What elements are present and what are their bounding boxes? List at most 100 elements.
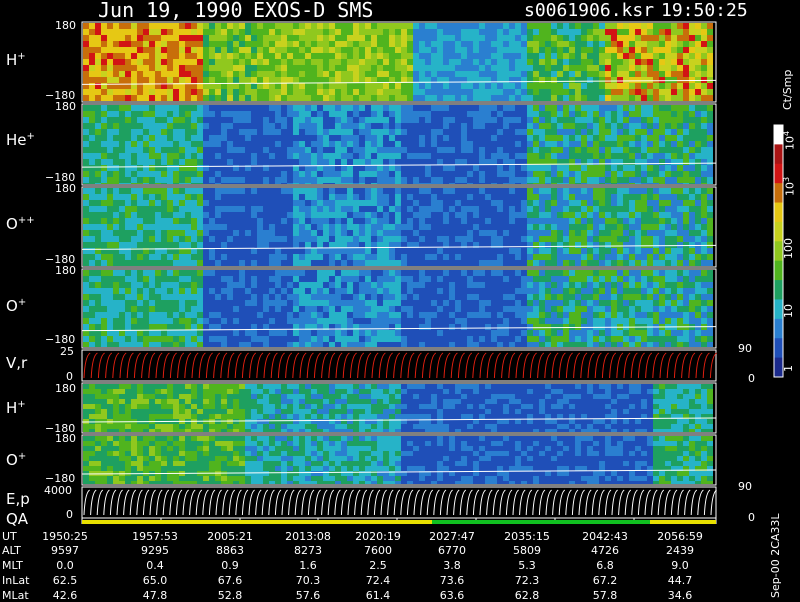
spectrogram-cell: [281, 89, 287, 95]
spectrogram-cell: [677, 200, 683, 206]
spectrogram-cell: [653, 35, 659, 41]
spectrogram-cell: [527, 135, 533, 141]
spectrogram-cell: [461, 47, 467, 53]
spectrogram-cell: [551, 165, 557, 171]
spectrogram-cell: [455, 135, 461, 141]
spectrogram-cell: [617, 236, 623, 242]
spectrogram-cell: [257, 330, 263, 336]
spectrogram-cell: [653, 159, 659, 165]
spectrogram-cell: [701, 95, 707, 101]
spectrogram-cell: [239, 89, 245, 95]
spectrogram-cell: [215, 53, 221, 59]
spectrogram-cell: [401, 147, 407, 153]
spectrogram-cell: [575, 248, 581, 254]
spectrogram-cell: [95, 47, 101, 53]
spectrogram-cell: [617, 212, 623, 218]
spectrogram-cell: [665, 35, 671, 41]
spectrogram-cell: [395, 159, 401, 165]
spectrogram-cell: [119, 276, 125, 282]
spectrogram-cell: [173, 29, 179, 35]
spectrogram-cell: [137, 153, 143, 159]
spectrogram-cell: [431, 111, 437, 117]
spectrogram-cell: [287, 47, 293, 53]
spectrogram-cell: [251, 312, 257, 318]
spectrogram-cell: [431, 336, 437, 342]
spectrogram-cell: [263, 159, 269, 165]
spectrogram-cell: [257, 29, 263, 35]
spectrogram-cell: [665, 59, 671, 65]
spectrogram-cell: [251, 242, 257, 248]
spectrogram-cell: [167, 342, 173, 347]
spectrogram-cell: [329, 194, 335, 200]
spectrogram-cell: [527, 212, 533, 218]
spectrogram-cell: [503, 129, 509, 135]
spectrogram-cell: [509, 147, 515, 153]
spectrogram-cell: [443, 194, 449, 200]
spectrogram-cell: [395, 254, 401, 260]
spectrogram-cell: [305, 65, 311, 71]
spectrogram-cell: [671, 254, 677, 260]
spectrogram-cell: [653, 218, 659, 224]
spectrogram-cell: [173, 236, 179, 242]
spectrogram-cell: [257, 89, 263, 95]
spectrogram-cell: [335, 41, 341, 47]
spectrogram-cell: [215, 47, 221, 53]
spectrogram-cell: [551, 89, 557, 95]
spectrogram-cell: [473, 111, 479, 117]
spectrogram-cell: [137, 194, 143, 200]
spectrogram-cell: [635, 77, 641, 83]
spectrogram-cell: [227, 177, 233, 183]
spectrogram-cell: [197, 65, 203, 71]
spectrogram-cell: [389, 306, 395, 312]
spectrogram-cell: [377, 53, 383, 59]
spectrogram-cell: [119, 336, 125, 342]
spectrogram-cell: [347, 41, 353, 47]
spectrogram-cell: [239, 218, 245, 224]
spectrogram-cell: [401, 276, 407, 282]
spectrogram-cell: [353, 47, 359, 53]
spectrogram-cell: [389, 111, 395, 117]
spectrogram-cell: [245, 71, 251, 77]
spectrogram-cell: [281, 230, 287, 236]
spectrogram-cell: [551, 135, 557, 141]
spectrogram-cell: [185, 218, 191, 224]
spectrogram-cell: [263, 135, 269, 141]
spectrogram-cell: [239, 336, 245, 342]
spectrogram-cell: [341, 53, 347, 59]
spectrogram-cell: [95, 336, 101, 342]
spectrogram-cell: [629, 171, 635, 177]
spectrogram-cell: [299, 135, 305, 141]
spectrogram-cell: [575, 230, 581, 236]
spectrogram-cell: [185, 282, 191, 288]
spectrogram-cell: [359, 177, 365, 183]
spectrogram-cell: [377, 318, 383, 324]
spectrogram-cell: [407, 71, 413, 77]
spectrogram-cell: [545, 260, 551, 266]
spectrogram-cell: [119, 89, 125, 95]
spectrogram-cell: [611, 260, 617, 266]
spectrogram-cell: [419, 218, 425, 224]
spectrogram-cell: [239, 111, 245, 117]
spectrogram-cell: [311, 29, 317, 35]
spectrogram-cell: [179, 65, 185, 71]
spectrogram-cell: [431, 105, 437, 111]
spectrogram-cell: [125, 294, 131, 300]
spectrogram-cell: [143, 111, 149, 117]
spectrogram-cell: [233, 159, 239, 165]
spectrogram-cell: [299, 47, 305, 53]
spectrogram-cell: [617, 147, 623, 153]
spectrogram-cell: [149, 242, 155, 248]
spectrogram-cell: [143, 300, 149, 306]
spectrogram-cell: [569, 212, 575, 218]
spectrogram-cell: [587, 105, 593, 111]
spectrogram-cell: [197, 95, 203, 101]
spectrogram-cell: [557, 153, 563, 159]
spectrogram-cell: [287, 77, 293, 83]
spectrogram-cell: [263, 123, 269, 129]
spectrogram-cell: [143, 159, 149, 165]
spectrogram-cell: [305, 230, 311, 236]
spectrogram-cell: [137, 123, 143, 129]
spectrogram-cell: [95, 306, 101, 312]
spectrogram-cell: [701, 206, 707, 212]
spectrogram-cell: [521, 218, 527, 224]
